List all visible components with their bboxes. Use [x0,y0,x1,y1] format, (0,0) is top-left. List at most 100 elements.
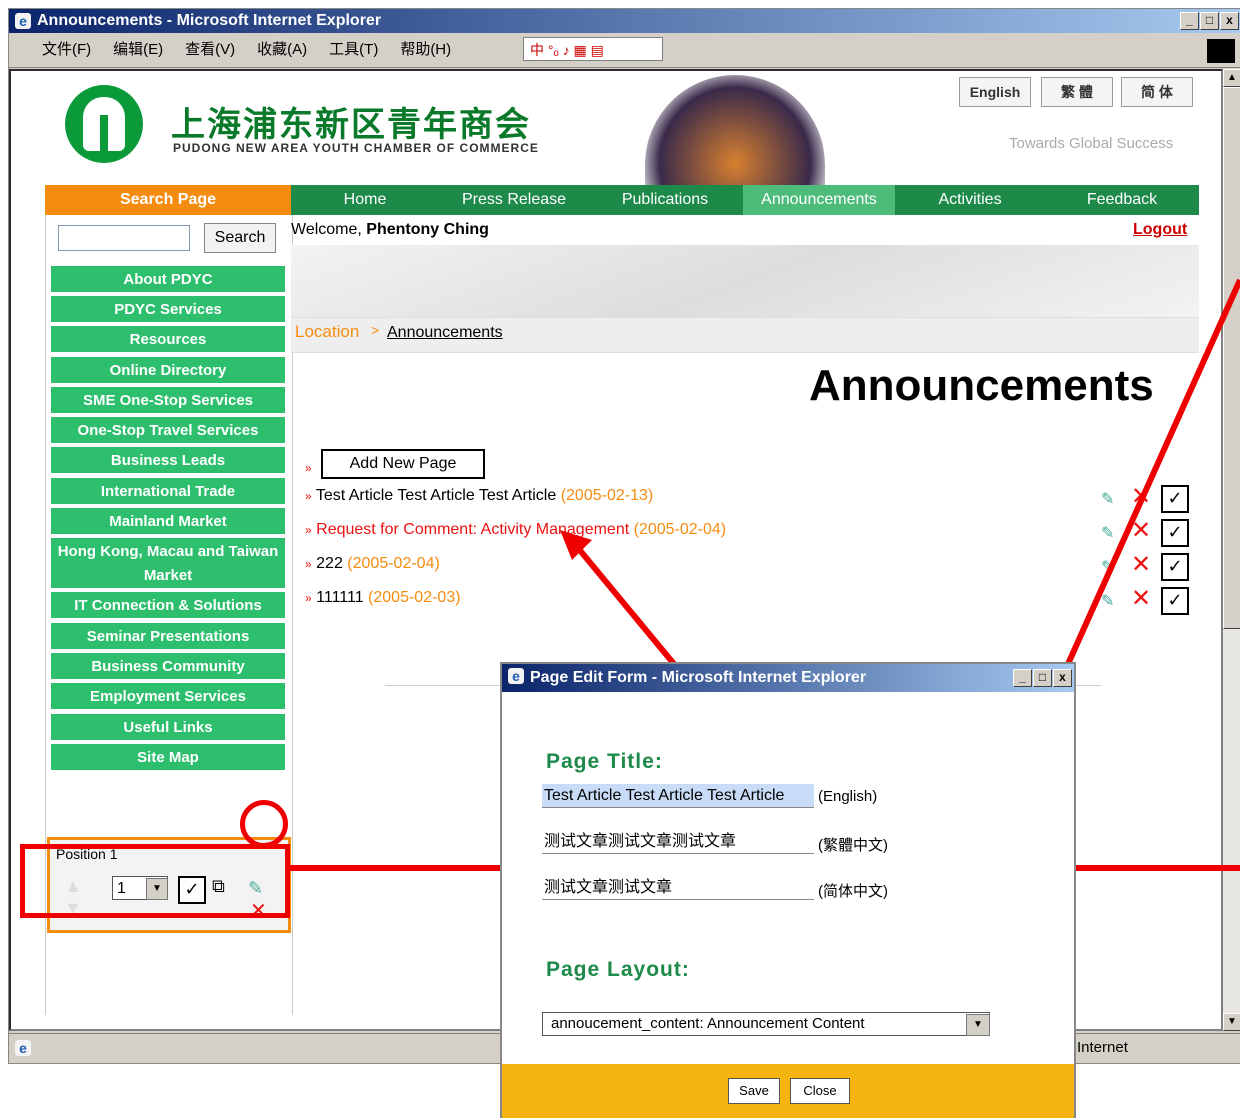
lang-simplified-button[interactable]: 简 体 [1121,77,1193,107]
title-simplified-input[interactable]: 测试文章测试文章 [542,876,814,900]
article-row[interactable]: » 222 (2005-02-04) [305,555,440,573]
sidebar-item-useful-links[interactable]: Useful Links [50,713,286,741]
popup-title-bar[interactable]: e Page Edit Form - Microsoft Internet Exp… [502,664,1074,692]
nav-announcements[interactable]: Announcements [743,185,895,215]
ie-icon: e [15,13,31,29]
nav-home[interactable]: Home [291,185,439,215]
popup-minimize-button[interactable]: _ [1013,669,1032,687]
breadcrumb-current[interactable]: Announcements [387,324,503,342]
lang-label-traditional: (繁體中文) [818,837,888,854]
page-title: Announcements [809,361,1154,410]
article-row[interactable]: » 111111 (2005-02-03) [305,589,461,607]
nav-press-release[interactable]: Press Release [439,185,589,215]
popup-close-button[interactable]: x [1053,669,1072,687]
sidebar-item-services[interactable]: PDYC Services [50,295,286,323]
title-traditional-input[interactable]: 测试文章测试文章测试文章 [542,830,814,854]
menu-item[interactable]: 查看(V) [185,33,235,67]
save-button[interactable]: Save [728,1078,780,1104]
menu-item[interactable]: 帮助(H) [400,33,451,67]
delete-icon[interactable]: ✕ [1131,551,1151,579]
edit-icon[interactable]: ✎ [1101,557,1121,576]
nav-feedback[interactable]: Feedback [1045,185,1199,215]
article-title[interactable]: 222 [316,555,343,572]
delete-icon[interactable]: ✕ [1131,517,1151,545]
search-button[interactable]: Search [204,223,276,253]
visible-checkbox[interactable]: ✓ [1161,587,1189,615]
nav-publications[interactable]: Publications [589,185,741,215]
delete-icon[interactable]: ✕ [1131,483,1151,511]
article-actions: ✎ ✕ ✓ [1101,517,1201,547]
article-date: (2005-02-04) [347,555,440,572]
menu-item[interactable]: 编辑(E) [113,33,163,67]
page-layout-select[interactable]: annoucement_content: Announcement Conten… [542,1012,990,1036]
sidebar-item-it-connection[interactable]: IT Connection & Solutions [50,591,286,619]
sidebar-item-resources[interactable]: Resources [50,325,286,353]
edit-icon[interactable]: ✎ [1101,591,1121,610]
page-edit-popup: e Page Edit Form - Microsoft Internet Exp… [500,662,1076,1118]
bullet-arrow: » [305,523,312,537]
sidebar-item-seminar[interactable]: Seminar Presentations [50,622,286,650]
ime-toolbar[interactable]: 中 °ₒ ♪ ▦ ▤ [523,37,663,61]
visible-checkbox[interactable]: ✓ [1161,485,1189,513]
delete-icon[interactable]: ✕ [1131,585,1151,613]
welcome-prefix: Welcome, [291,221,367,238]
sidebar-item-site-map[interactable]: Site Map [50,743,286,771]
sidebar-item-business-community[interactable]: Business Community [50,652,286,680]
breadcrumb-separator: > [371,322,380,338]
scroll-thumb[interactable] [1223,87,1240,629]
lang-english-button[interactable]: English [959,77,1031,107]
add-new-page-button[interactable]: Add New Page [321,449,485,479]
lang-label-english: (English) [818,788,878,805]
close-button[interactable]: x [1220,12,1239,30]
windows-logo-icon [1207,39,1235,63]
vertical-scrollbar[interactable]: ▲ ▼ [1223,69,1240,1031]
sidebar-item-online-directory[interactable]: Online Directory [50,356,286,384]
sidebar-item-about[interactable]: About PDYC [50,265,286,293]
minimize-button[interactable]: _ [1180,12,1199,30]
visible-checkbox[interactable]: ✓ [1161,519,1189,547]
menu-item[interactable]: 文件(F) [42,33,91,67]
article-actions: ✎ ✕ ✓ [1101,551,1201,581]
popup-body: Page Title: Test Article Test Article Te… [502,692,1074,1064]
edit-icon[interactable]: ✎ [1101,523,1121,542]
sidebar-item-international-trade[interactable]: International Trade [50,477,286,505]
scroll-down-icon[interactable]: ▼ [1223,1013,1240,1031]
lang-traditional-button[interactable]: 繁 體 [1041,77,1113,107]
menu-item[interactable]: 工具(T) [329,33,378,67]
logout-link[interactable]: Logout [1133,221,1187,239]
bullet-arrow: » [305,557,312,571]
sidebar-item-business-leads[interactable]: Business Leads [50,446,286,474]
article-title[interactable]: Test Article Test Article Test Article [316,487,556,504]
article-title[interactable]: Request for Comment: Activity Management [316,521,629,538]
close-popup-button[interactable]: Close [790,1078,850,1104]
status-zone: Internet [1077,1039,1128,1056]
sidebar-item-mainland[interactable]: Mainland Market [50,507,286,535]
welcome-text: Welcome, Phentony Ching [291,221,489,239]
chevron-down-icon[interactable]: ▼ [966,1014,990,1036]
scroll-up-icon[interactable]: ▲ [1223,69,1240,87]
popup-maximize-button[interactable]: □ [1033,669,1052,687]
title-english-input[interactable]: Test Article Test Article Test Article [542,784,814,808]
skyline-photo [645,75,825,185]
maximize-button[interactable]: □ [1200,12,1219,30]
page-layout-label: Page Layout: [546,958,690,981]
visible-checkbox[interactable]: ✓ [1161,553,1189,581]
article-date: (2005-02-03) [368,589,461,606]
title-bar[interactable]: e Announcements - Microsoft Internet Expl… [9,9,1240,33]
article-title[interactable]: 111111 [316,589,363,606]
sidebar-item-sme[interactable]: SME One-Stop Services [50,386,286,414]
sidebar-item-travel[interactable]: One-Stop Travel Services [50,416,286,444]
sidebar-item-employment[interactable]: Employment Services [50,682,286,710]
article-row[interactable]: » Request for Comment: Activity Manageme… [305,521,726,539]
breadcrumb-location: Location [295,322,360,341]
article-row[interactable]: » Test Article Test Article Test Article… [305,487,653,505]
sidebar-item-hk-macau-taiwan[interactable]: Hong Kong, Macau and Taiwan Market [50,537,286,589]
search-page-tab[interactable]: Search Page [45,185,291,215]
menu-item[interactable]: 收藏(A) [257,33,307,67]
nav-activities[interactable]: Activities [895,185,1045,215]
article-actions: ✎ ✕ ✓ [1101,483,1201,513]
search-input[interactable] [58,225,190,251]
window-title: Announcements - Microsoft Internet Explo… [37,12,382,29]
edit-icon[interactable]: ✎ [1101,489,1121,508]
article-actions: ✎ ✕ ✓ [1101,585,1201,615]
